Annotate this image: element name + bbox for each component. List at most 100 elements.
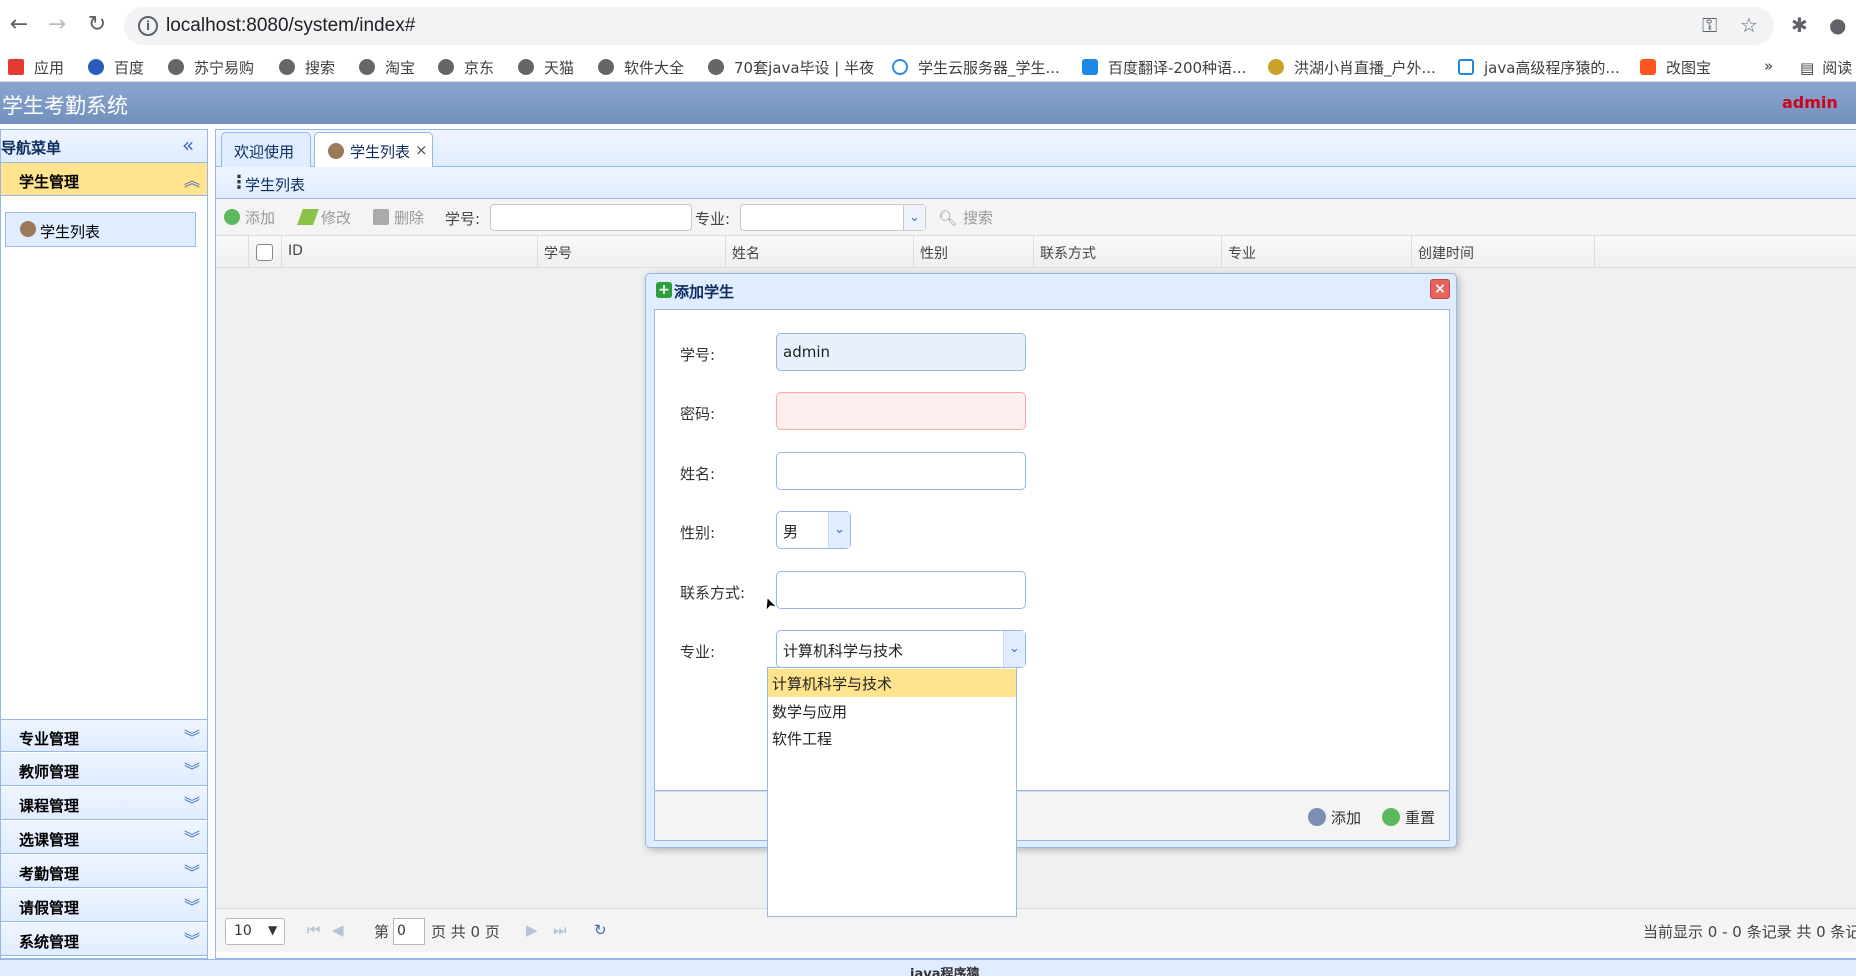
sidebar-section-leave[interactable]: 请假管理 ︾ bbox=[1, 889, 207, 922]
grid-header: ID 学号 姓名 性别 联系方式 专业 创建时间 bbox=[216, 236, 1856, 268]
close-icon[interactable]: × bbox=[415, 141, 428, 159]
col-created[interactable]: 创建时间 bbox=[1412, 236, 1595, 267]
close-icon[interactable]: × bbox=[1430, 279, 1450, 299]
sidebar-section-course-selection[interactable]: 选课管理 ︾ bbox=[1, 821, 207, 854]
bookmark-student-cloud[interactable]: 学生云服务器_学生... bbox=[892, 57, 1060, 78]
forward-icon[interactable]: → bbox=[44, 12, 70, 38]
chevron-down-icon[interactable]: ︾ bbox=[184, 893, 200, 917]
phone-label: 联系方式: bbox=[680, 584, 746, 602]
chevron-down-icon[interactable]: ⌄ bbox=[1003, 631, 1025, 667]
col-id[interactable]: ID bbox=[282, 236, 538, 267]
page-prefix: 第 bbox=[374, 923, 390, 941]
sidebar-section-teacher[interactable]: 教师管理 ︾ bbox=[1, 753, 207, 786]
sidebar-section-attendance[interactable]: 考勤管理 ︾ bbox=[1, 855, 207, 888]
major-filter-label: 专业: bbox=[695, 210, 731, 228]
search-button[interactable]: 🔍︎ 搜索 bbox=[938, 207, 993, 228]
chevron-down-icon[interactable]: ︾ bbox=[184, 859, 200, 883]
delete-button[interactable]: 删除 bbox=[373, 207, 424, 228]
bookmark-baidu-translate[interactable]: 百度翻译-200种语... bbox=[1082, 57, 1246, 78]
next-page-icon[interactable]: ▶ bbox=[526, 921, 538, 939]
dialog-header[interactable]: + 添加学生 × bbox=[646, 274, 1456, 306]
last-page-icon[interactable]: ⏭ bbox=[553, 921, 567, 939]
address-bar[interactable]: i localhost:8080/system/index# bbox=[124, 7, 1774, 45]
section-title: 请假管理 bbox=[19, 899, 80, 917]
phone-field[interactable] bbox=[776, 571, 1026, 609]
extensions-icon[interactable]: ✱ bbox=[1791, 13, 1808, 37]
chevron-down-icon[interactable]: ︾ bbox=[184, 927, 200, 951]
sn-filter-input[interactable] bbox=[490, 204, 692, 231]
chevron-down-icon[interactable]: ⌄ bbox=[828, 512, 850, 548]
reload-icon[interactable]: ↻ bbox=[84, 12, 110, 38]
major-option[interactable]: 软件工程 bbox=[768, 724, 1016, 752]
tab-welcome[interactable]: 欢迎使用 bbox=[221, 132, 311, 168]
major-option[interactable]: 计算机科学与技术 bbox=[768, 669, 1016, 697]
prev-page-icon[interactable]: ◀ bbox=[332, 921, 344, 939]
chevron-up-icon[interactable]: ︽ bbox=[184, 167, 200, 191]
globe-icon bbox=[279, 59, 295, 75]
page-suffix: 页 共 0 页 bbox=[431, 923, 500, 941]
col-major[interactable]: 专业 bbox=[1222, 236, 1412, 267]
page-number-input[interactable]: 0 bbox=[393, 918, 425, 945]
chevron-down-icon[interactable]: ︾ bbox=[184, 724, 200, 748]
bookmark-search[interactable]: 搜索 bbox=[279, 57, 335, 78]
reset-icon bbox=[1382, 808, 1400, 826]
col-sn[interactable]: 学号 bbox=[538, 236, 726, 267]
bookmark-java-projects[interactable]: 70套java毕设 | 半夜 bbox=[708, 57, 874, 78]
bookmark-gaitubao[interactable]: 改图宝 bbox=[1640, 57, 1711, 78]
col-phone[interactable]: 联系方式 bbox=[1034, 236, 1222, 267]
edit-button[interactable]: 修改 bbox=[297, 207, 351, 228]
bookmark-apps[interactable]: 应用 bbox=[8, 57, 64, 78]
user-add-icon bbox=[1308, 808, 1326, 826]
dialog-add-button[interactable]: 添加 bbox=[1308, 807, 1361, 828]
bookmark-tmall[interactable]: 天猫 bbox=[518, 57, 574, 78]
chevron-down-icon: ▼ bbox=[268, 923, 278, 937]
more-bookmarks-icon[interactable]: » bbox=[1764, 57, 1773, 75]
bookmark-software[interactable]: 软件大全 bbox=[598, 57, 684, 78]
tab-student-list[interactable]: 学生列表 × bbox=[314, 132, 433, 167]
major-select[interactable]: 计算机科学与技术 ⌄ bbox=[776, 630, 1026, 668]
bookmark-live[interactable]: 洪湖小肖直播_户外... bbox=[1268, 57, 1436, 78]
reading-list[interactable]: ▤ 阅读 bbox=[1800, 57, 1852, 78]
page-size-select[interactable]: 10 ▼ bbox=[225, 918, 285, 945]
grid-toolbar: 添加 修改 删除 学号: 专业: ⌄ 🔍︎ 搜索 bbox=[216, 199, 1856, 236]
sn-field[interactable]: admin bbox=[776, 333, 1026, 371]
major-filter-select[interactable]: ⌄ bbox=[740, 204, 926, 231]
chevron-down-icon[interactable]: ︾ bbox=[184, 757, 200, 781]
key-icon[interactable]: ⚿ bbox=[1702, 13, 1717, 37]
major-option[interactable]: 数学与应用 bbox=[768, 697, 1016, 725]
star-icon[interactable]: ☆ bbox=[1740, 13, 1758, 37]
sidebar-section-student[interactable]: 学生管理 ︽ bbox=[1, 163, 207, 196]
tv-icon bbox=[1458, 59, 1474, 75]
col-gender[interactable]: 性别 bbox=[914, 236, 1034, 267]
bookmark-taobao[interactable]: 淘宝 bbox=[359, 57, 415, 78]
col-name[interactable]: 姓名 bbox=[726, 236, 914, 267]
apps-icon bbox=[8, 59, 24, 75]
collapse-left-icon[interactable]: « bbox=[182, 133, 194, 157]
password-field[interactable] bbox=[776, 392, 1026, 430]
back-icon[interactable]: ← bbox=[6, 12, 32, 38]
chevron-down-icon[interactable]: ⌄ bbox=[903, 205, 925, 230]
first-page-icon[interactable]: ⏮ bbox=[307, 921, 321, 939]
name-field[interactable] bbox=[776, 452, 1026, 490]
sidebar-section-major[interactable]: 专业管理 ︾ bbox=[1, 719, 207, 752]
search-icon: 🔍︎ bbox=[938, 209, 958, 227]
current-user[interactable]: admin bbox=[1782, 93, 1838, 112]
sidebar-section-course[interactable]: 课程管理 ︾ bbox=[1, 787, 207, 820]
bookmark-java-senior[interactable]: java高级程序猿的... bbox=[1458, 57, 1620, 78]
select-all-checkbox[interactable] bbox=[256, 244, 273, 261]
gender-select[interactable]: 男 ⌄ bbox=[776, 511, 851, 549]
bookmark-suning[interactable]: 苏宁易购 bbox=[168, 57, 254, 78]
bookmark-baidu[interactable]: 百度 bbox=[88, 57, 144, 78]
refresh-icon[interactable]: ↻ bbox=[594, 921, 607, 939]
sidebar-section-system[interactable]: 系统管理 ︾ bbox=[1, 923, 207, 956]
dialog-reset-button[interactable]: 重置 bbox=[1382, 807, 1435, 828]
chevron-down-icon[interactable]: ︾ bbox=[184, 825, 200, 849]
bookmark-jd[interactable]: 京东 bbox=[438, 57, 494, 78]
site-info-icon[interactable]: i bbox=[138, 16, 158, 36]
sidebar-item-student-list[interactable]: 学生列表 bbox=[5, 212, 196, 247]
profile-icon[interactable]: ● bbox=[1829, 13, 1846, 37]
image-icon bbox=[1640, 59, 1656, 75]
chevron-down-icon[interactable]: ︾ bbox=[184, 791, 200, 815]
add-icon bbox=[224, 209, 240, 225]
add-button[interactable]: 添加 bbox=[224, 207, 275, 228]
